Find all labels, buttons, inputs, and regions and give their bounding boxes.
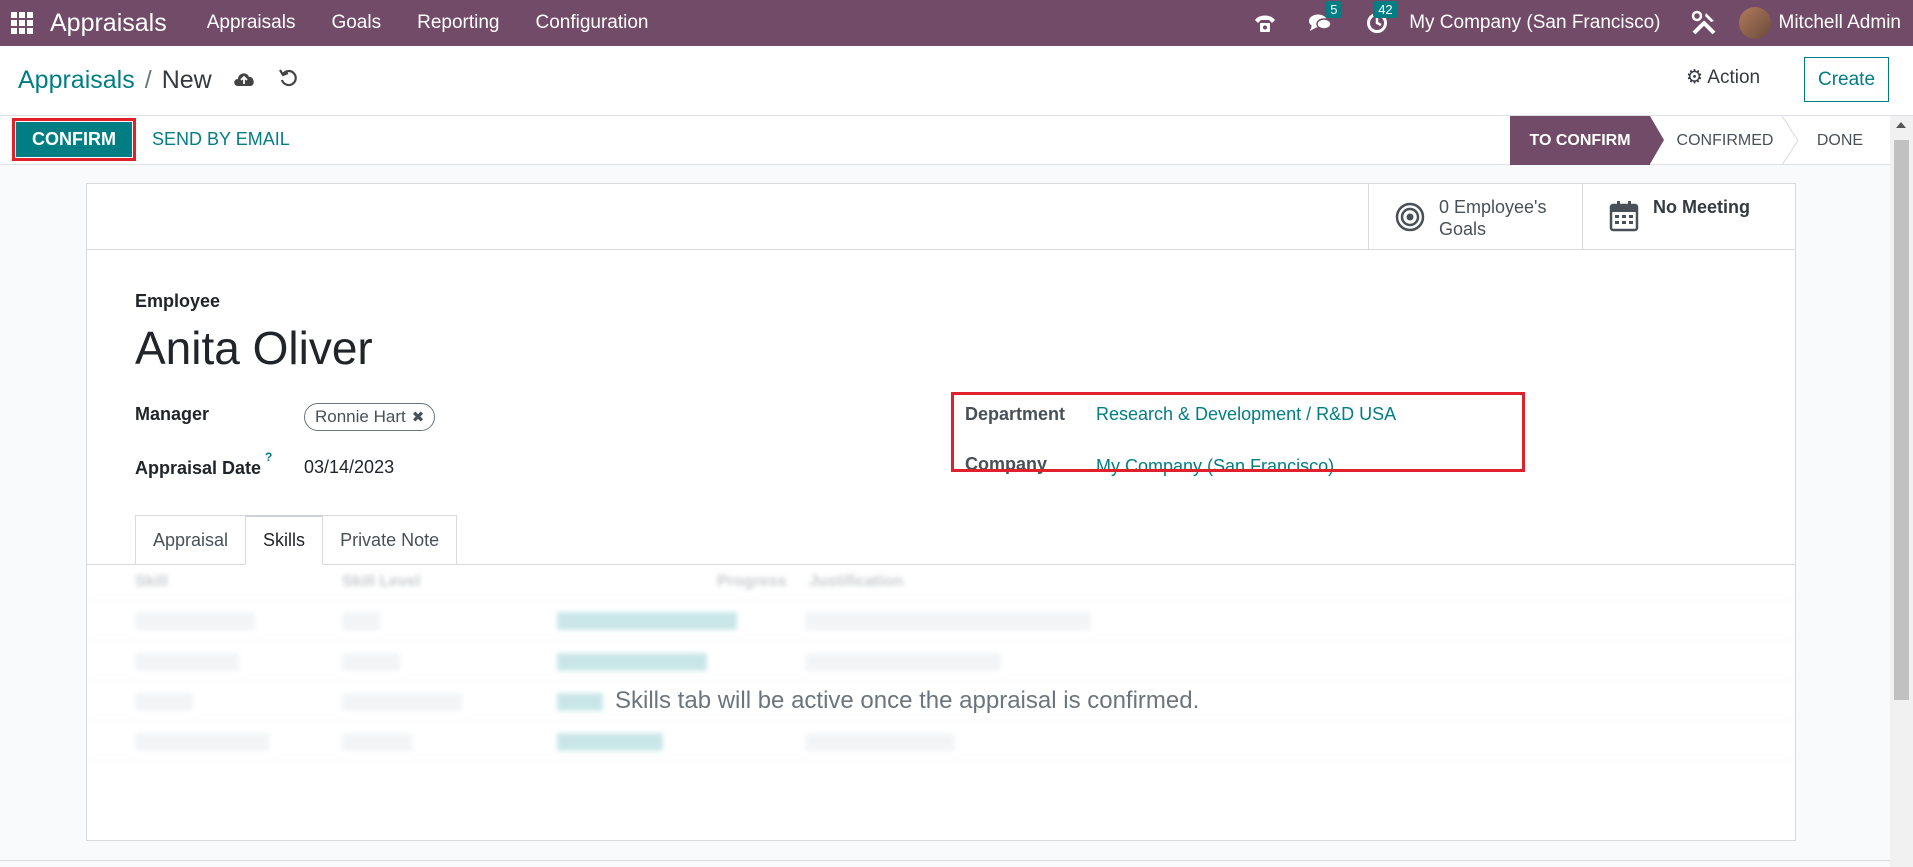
menu-reporting[interactable]: Reporting bbox=[399, 0, 517, 46]
top-navbar: Appraisals Appraisals Goals Reporting Co… bbox=[0, 0, 1913, 46]
save-cloud-icon[interactable] bbox=[232, 68, 256, 94]
help-tooltip-icon[interactable]: ? bbox=[265, 450, 272, 464]
remove-tag-icon[interactable]: ✖ bbox=[412, 408, 425, 426]
app-name[interactable]: Appraisals bbox=[50, 9, 167, 38]
manager-label: Manager bbox=[135, 404, 210, 424]
breadcrumb-separator: / bbox=[144, 66, 152, 94]
stage-done[interactable]: DONE bbox=[1790, 116, 1890, 165]
breadcrumb-current: New bbox=[161, 66, 212, 94]
column-skill-level: Skill Level bbox=[342, 573, 421, 590]
activities-icon[interactable]: 42 bbox=[1345, 0, 1409, 46]
skills-inactive-message: Skills tab will be active once the appra… bbox=[615, 687, 1200, 714]
discard-icon[interactable] bbox=[278, 68, 298, 94]
department-company-highlight-box bbox=[951, 392, 1525, 472]
appraisal-date-field[interactable]: 03/14/2023 bbox=[304, 457, 394, 478]
employee-label: Employee bbox=[135, 291, 221, 311]
send-by-email-button[interactable]: SEND BY EMAIL bbox=[152, 129, 290, 150]
smart-button-box: 0 Employee's Goals No Meeting bbox=[87, 184, 1795, 250]
status-bar: CONFIRM SEND BY EMAIL TO CONFIRM CONFIRM… bbox=[0, 116, 1890, 165]
confirm-highlight-box bbox=[12, 118, 136, 161]
messages-badge: 5 bbox=[1325, 1, 1343, 18]
apps-menu-icon[interactable] bbox=[0, 0, 44, 46]
form-sheet: 0 Employee's Goals No Meeting Employee A… bbox=[86, 183, 1796, 841]
manager-tag-label: Ronnie Hart bbox=[315, 407, 406, 426]
tab-skills[interactable]: Skills bbox=[245, 515, 324, 565]
gear-icon: ⚙ bbox=[1686, 67, 1704, 88]
user-avatar[interactable] bbox=[1738, 7, 1771, 39]
create-button[interactable]: Create bbox=[1804, 57, 1889, 102]
tab-appraisal[interactable]: Appraisal bbox=[135, 515, 247, 565]
employee-goals-button[interactable]: 0 Employee's Goals bbox=[1368, 184, 1582, 249]
appraisal-date-label: Appraisal Date? bbox=[135, 450, 273, 478]
control-panel: Appraisals / New ⚙ Action Create bbox=[0, 46, 1913, 116]
debug-tools-icon[interactable] bbox=[1679, 0, 1729, 46]
manager-tag[interactable]: Ronnie Hart ✖ bbox=[304, 403, 436, 431]
scroll-up-arrow-icon[interactable] bbox=[1896, 122, 1906, 128]
user-menu[interactable]: Mitchell Admin bbox=[1779, 12, 1902, 34]
stage-to-confirm[interactable]: TO CONFIRM bbox=[1510, 116, 1664, 165]
meeting-label: No Meeting bbox=[1653, 197, 1750, 217]
column-skill: Skill bbox=[135, 573, 168, 590]
goals-count-label: 0 Employee's bbox=[1439, 197, 1547, 217]
tab-private-note[interactable]: Private Note bbox=[322, 515, 458, 565]
column-justification: Justification bbox=[809, 573, 904, 590]
scrollbar-thumb[interactable] bbox=[1894, 140, 1909, 700]
messages-icon[interactable]: 5 bbox=[1295, 0, 1345, 46]
action-label: Action bbox=[1707, 67, 1761, 88]
goals-label: Goals bbox=[1439, 219, 1487, 239]
breadcrumb: Appraisals / New bbox=[18, 66, 298, 95]
page-scrollbar[interactable] bbox=[1890, 116, 1913, 867]
phone-icon[interactable] bbox=[1235, 0, 1295, 46]
stage-separator-1 bbox=[1781, 116, 1799, 165]
menu-goals[interactable]: Goals bbox=[313, 0, 399, 46]
status-stages: TO CONFIRM CONFIRMED DONE bbox=[1510, 116, 1890, 165]
meeting-button[interactable]: No Meeting bbox=[1582, 184, 1795, 249]
employee-name-field[interactable]: Anita Oliver bbox=[135, 321, 373, 375]
company-switcher[interactable]: My Company (San Francisco) bbox=[1409, 12, 1660, 34]
bottom-chatter-strip bbox=[0, 860, 1890, 867]
action-button[interactable]: ⚙ Action bbox=[1686, 66, 1760, 89]
calendar-icon bbox=[1609, 196, 1639, 237]
menu-configuration[interactable]: Configuration bbox=[517, 0, 666, 46]
menu-appraisals[interactable]: Appraisals bbox=[189, 0, 314, 46]
stage-confirmed[interactable]: CONFIRMED bbox=[1650, 116, 1790, 165]
notebook-tabs: Appraisal Skills Private Note bbox=[135, 515, 458, 565]
skills-placeholder-table: Skill Skill Level Progress Justification bbox=[87, 565, 1795, 765]
activities-badge: 42 bbox=[1373, 1, 1398, 18]
column-progress: Progress bbox=[717, 573, 787, 590]
target-icon bbox=[1395, 196, 1425, 237]
breadcrumb-appraisals[interactable]: Appraisals bbox=[18, 66, 135, 95]
